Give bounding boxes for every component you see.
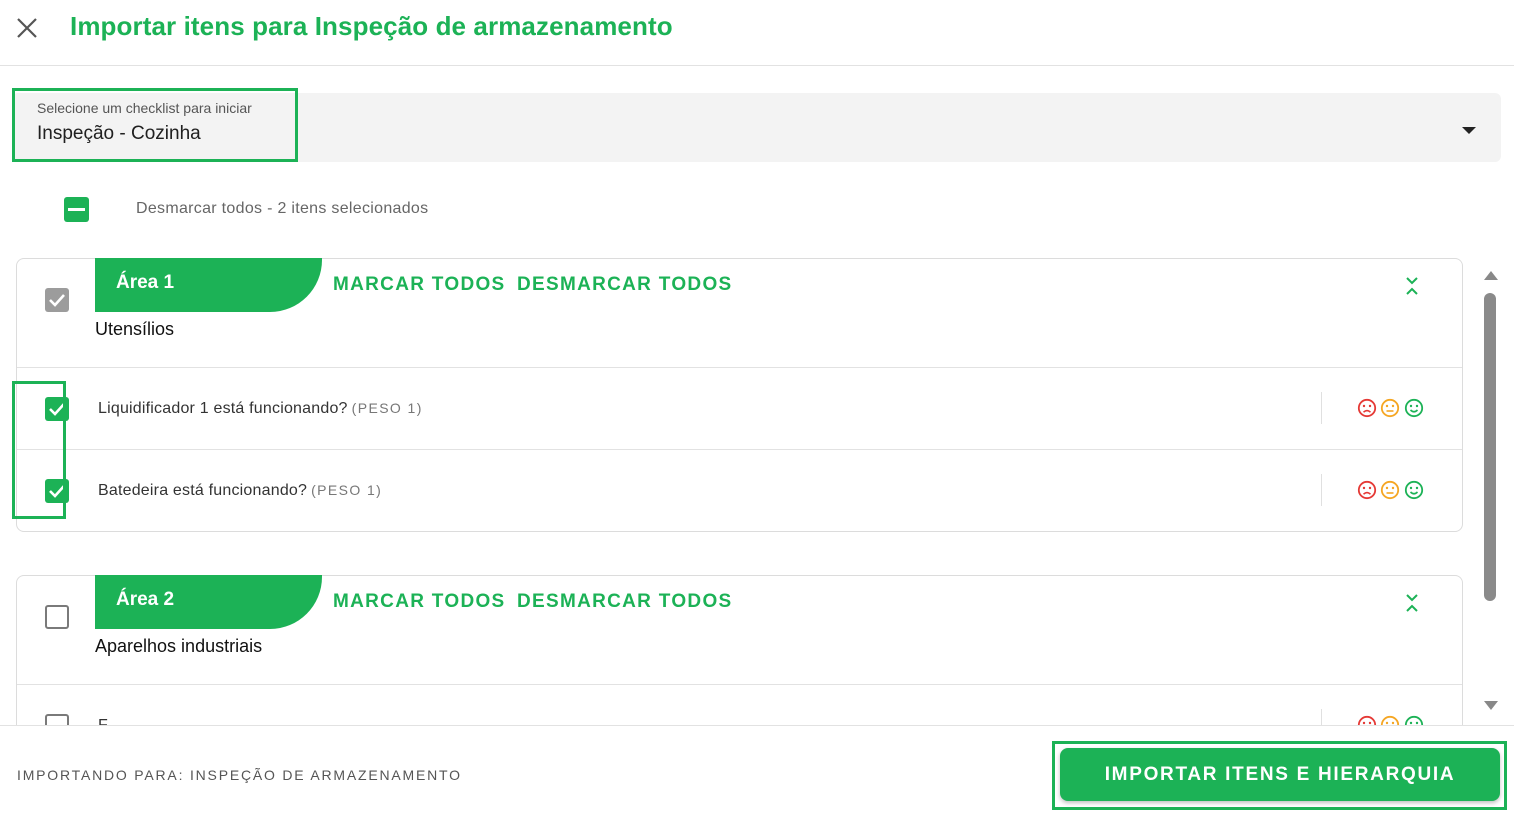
- area-list: Área 1 MARCAR TODOS DESMARCAR TODOS Uten…: [0, 240, 1476, 725]
- divider: [17, 449, 1462, 450]
- neutral-face-icon: [1380, 480, 1400, 500]
- area-card: Área 1 MARCAR TODOS DESMARCAR TODOS Uten…: [16, 258, 1463, 532]
- vertical-divider: [1321, 474, 1322, 506]
- check-icon: [49, 294, 65, 307]
- item-question-text: Batedeira está funcionando?: [98, 482, 308, 499]
- item-question-text: Liquidificador 1 está funcionando?: [98, 400, 348, 417]
- highlight-box: [12, 381, 66, 519]
- scroll-down-arrow-icon[interactable]: [1484, 701, 1498, 710]
- vertical-divider: [1321, 392, 1322, 424]
- sad-face-icon: [1357, 715, 1377, 725]
- mark-all-button[interactable]: MARCAR TODOS: [333, 274, 506, 296]
- close-icon[interactable]: [14, 15, 40, 41]
- collapse-icon[interactable]: [1401, 275, 1423, 297]
- item-checkbox[interactable]: [45, 714, 69, 725]
- mark-all-button[interactable]: MARCAR TODOS: [333, 591, 506, 613]
- area-tag: Área 1: [95, 258, 322, 312]
- group-checkbox[interactable]: [45, 605, 69, 629]
- item-weight: (PESO 1): [351, 400, 423, 416]
- item-question: Batedeira está funcionando? (PESO 1): [98, 482, 382, 500]
- collapse-icon[interactable]: [1401, 592, 1423, 614]
- checklist-select-label: Selecione um checklist para iniciar: [37, 100, 252, 116]
- dialog-header: Importar itens para Inspeção de armazena…: [0, 0, 1514, 66]
- happy-face-icon: [1404, 480, 1424, 500]
- neutral-face-icon: [1380, 715, 1400, 725]
- group-name: Aparelhos industriais: [95, 636, 263, 656]
- sad-face-icon: [1357, 480, 1377, 500]
- happy-face-icon: [1404, 715, 1424, 725]
- happy-face-icon: [1404, 398, 1424, 418]
- master-checkbox[interactable]: [64, 197, 89, 222]
- unmark-all-button[interactable]: DESMARCAR TODOS: [517, 591, 733, 613]
- page-title: Importar itens para Inspeção de armazena…: [70, 11, 673, 41]
- rating-icons: [1357, 715, 1427, 725]
- scrollbar-thumb[interactable]: [1484, 293, 1496, 601]
- dialog-footer: IMPORTANDO PARA: INSPEÇÃO DE ARMAZENAMEN…: [0, 725, 1514, 815]
- scroll-up-arrow-icon[interactable]: [1484, 271, 1498, 280]
- item-question: Liquidificador 1 está funcionando? (PESO …: [98, 400, 423, 418]
- caret-down-icon[interactable]: [1462, 127, 1476, 134]
- checklist-select-value[interactable]: Inspeção - Cozinha: [37, 123, 201, 145]
- import-target-text: IMPORTANDO PARA: INSPEÇÃO DE ARMAZENAMEN…: [17, 767, 462, 783]
- selection-summary: Desmarcar todos - 2 itens selecionados: [136, 200, 429, 217]
- divider: [17, 367, 1462, 368]
- area-tag-label: Área 2: [116, 589, 175, 610]
- item-question: F: [98, 717, 112, 725]
- unmark-all-button[interactable]: DESMARCAR TODOS: [517, 274, 733, 296]
- rating-icons: [1357, 480, 1427, 502]
- item-question-text: F: [98, 717, 108, 725]
- item-weight: (PESO 1): [311, 482, 383, 498]
- neutral-face-icon: [1380, 398, 1400, 418]
- vertical-divider: [1321, 709, 1322, 725]
- sad-face-icon: [1357, 398, 1377, 418]
- rating-icons: [1357, 398, 1427, 420]
- group-checkbox[interactable]: [45, 288, 69, 312]
- group-name: Utensílios: [95, 319, 175, 339]
- import-button[interactable]: IMPORTAR ITENS E HIERARQUIA: [1060, 748, 1500, 801]
- area-tag-label: Área 1: [116, 272, 175, 293]
- area-card: Área 2 MARCAR TODOS DESMARCAR TODOS Apar…: [16, 575, 1463, 725]
- divider: [17, 684, 1462, 685]
- area-tag: Área 2: [95, 575, 322, 629]
